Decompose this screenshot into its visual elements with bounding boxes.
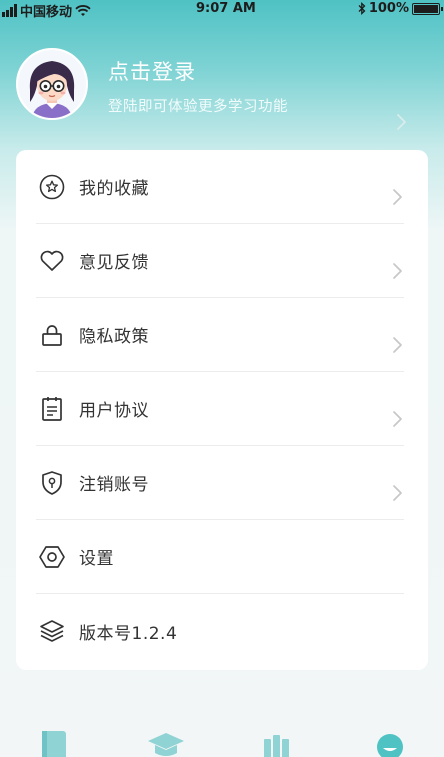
battery-icon [412,2,443,15]
status-left: 中国移动 [2,1,91,20]
chevron-right-icon [393,485,402,501]
bluetooth-icon [358,2,366,15]
battery-percent: 100% [368,1,409,16]
menu-item-version: 版本号1.2.4 [36,594,404,668]
menu-item-label: 用户协议 [79,401,149,421]
bottom-tab-bar [0,725,444,757]
chevron-right-icon [393,189,402,205]
menu-item-user-agreement[interactable]: 用户协议 [36,372,404,446]
menu-item-privacy[interactable]: 隐私政策 [36,298,404,372]
menu-card: 我的收藏 意见反馈 隐私政策 用户协议 注销账号 设置 版本号1.2.4 [16,150,428,670]
avatar[interactable] [16,48,88,120]
book-icon[interactable] [38,731,78,757]
menu-item-label: 我的收藏 [79,179,149,199]
status-bar: 中国移动 9:07 AM 100% [0,0,444,20]
chevron-right-icon [393,337,402,353]
menu-item-label: 设置 [79,549,114,569]
menu-item-label: 意见反馈 [79,253,149,273]
wifi-icon [75,4,91,16]
profile-screen: 中国移动 9:07 AM 100% 点击登录 登陆即可体验更多学习功能 我的收藏… [0,0,444,757]
status-right: 100% [358,1,443,16]
books-shelf-icon[interactable] [260,731,300,757]
menu-item-delete-account[interactable]: 注销账号 [36,446,404,520]
signal-icon [2,4,17,17]
avatar-girl-illustration [18,50,86,118]
chevron-right-icon [393,411,402,427]
version-label: 版本号1.2.4 [79,623,178,644]
hexagon-settings-icon [38,543,66,571]
shield-icon [38,469,66,497]
layers-icon [38,617,66,645]
carrier-label: 中国移动 [20,5,73,20]
menu-item-favorites[interactable]: 我的收藏 [36,150,404,224]
menu-item-label: 隐私政策 [79,327,149,347]
star-circle-icon [38,173,66,201]
lock-icon [38,321,66,349]
chevron-right-icon [393,263,402,279]
menu-item-label: 注销账号 [79,475,149,495]
chevron-right-icon[interactable] [395,112,409,132]
clock: 9:07 AM [196,1,256,16]
login-title[interactable]: 点击登录 [108,56,196,86]
heart-icon [38,247,66,275]
profile-face-icon[interactable] [370,731,410,757]
login-subtitle: 登陆即可体验更多学习功能 [108,99,288,115]
menu-item-feedback[interactable]: 意见反馈 [36,224,404,298]
clipboard-icon [38,395,66,423]
menu-item-settings[interactable]: 设置 [36,520,404,594]
graduation-cap-icon[interactable] [146,731,186,757]
